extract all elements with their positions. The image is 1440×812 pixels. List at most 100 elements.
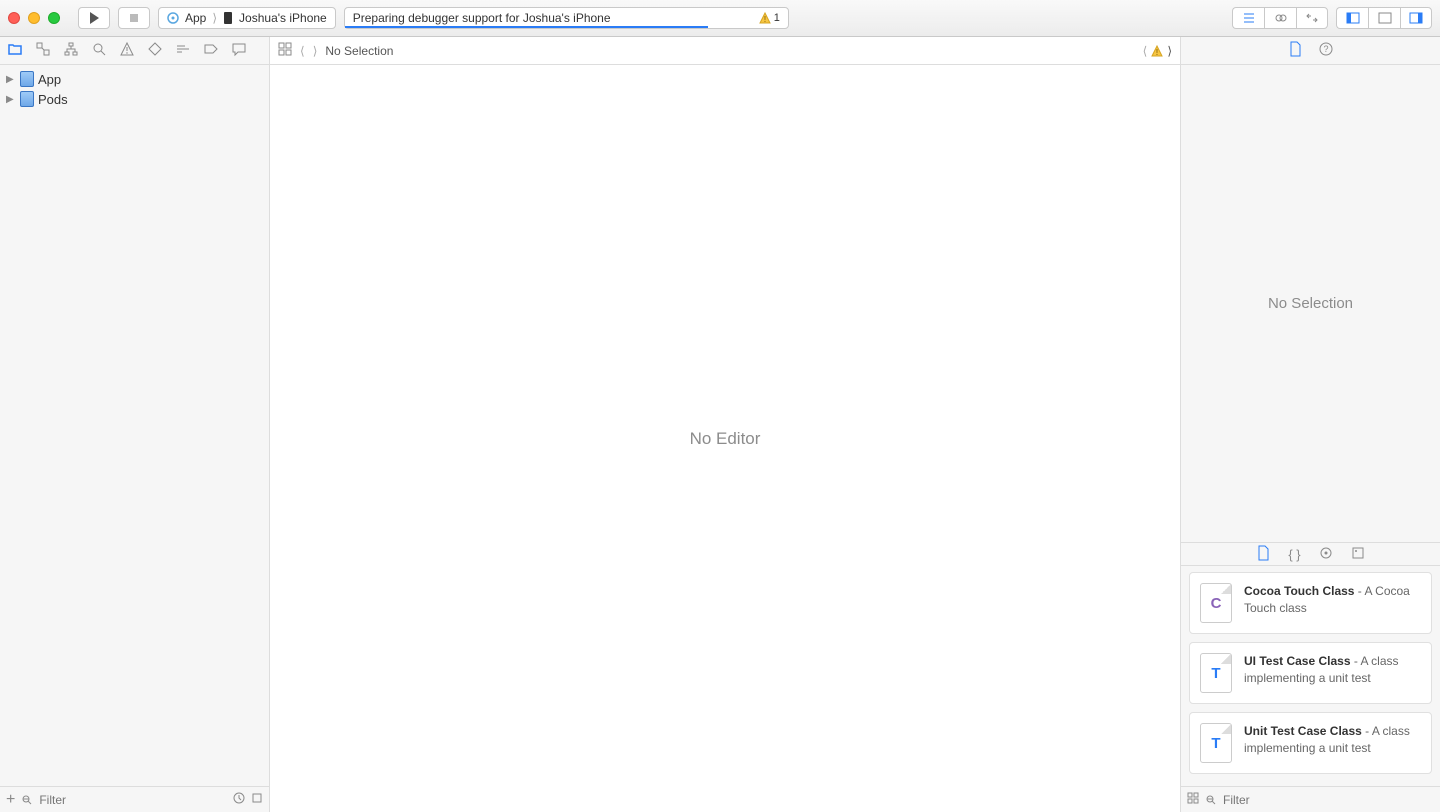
inspector-panel: ? No Selection { } C Cocoa Touch Class -… <box>1180 37 1440 812</box>
activity-progress-bar <box>345 26 708 28</box>
scm-filter-button[interactable] <box>251 792 263 807</box>
panel-toggle-group <box>1336 7 1432 29</box>
file-template-library-tab[interactable] <box>1256 545 1270 564</box>
circles-icon <box>1273 10 1289 26</box>
warning-count: 1 <box>774 12 780 24</box>
arrows-icon <box>1304 10 1320 26</box>
maximize-window-button[interactable] <box>48 12 60 24</box>
file-inspector-tab[interactable] <box>1288 41 1302 60</box>
navigator-tabs <box>0 37 269 65</box>
grid-icon <box>278 42 292 56</box>
code-snippet-library-tab[interactable]: { } <box>1288 547 1300 562</box>
library-tabs: { } <box>1181 542 1440 566</box>
activity-viewer[interactable]: Preparing debugger support for Joshua's … <box>344 7 789 29</box>
library-item[interactable]: C Cocoa Touch Class - A Cocoa Touch clas… <box>1189 572 1432 634</box>
report-navigator-tab[interactable] <box>230 41 248 60</box>
library-list[interactable]: C Cocoa Touch Class - A Cocoa Touch clas… <box>1181 566 1440 786</box>
toggle-navigator-button[interactable] <box>1336 7 1368 29</box>
warning-triangle-icon <box>119 41 135 57</box>
editor-mode-group <box>1232 7 1328 29</box>
toggle-debug-button[interactable] <box>1368 7 1400 29</box>
template-icon: T <box>1200 653 1232 693</box>
find-navigator-tab[interactable] <box>90 41 108 60</box>
history-back-button[interactable]: ⟨ <box>300 44 305 58</box>
inspector-tabs: ? <box>1181 37 1440 65</box>
test-navigator-tab[interactable] <box>146 41 164 60</box>
document-icon <box>1288 41 1302 57</box>
left-panel-icon <box>1345 10 1361 26</box>
grid-icon <box>1187 792 1199 804</box>
run-button[interactable] <box>78 7 110 29</box>
stop-button[interactable] <box>118 7 150 29</box>
library-view-toggle[interactable] <box>1187 792 1199 807</box>
add-button[interactable]: + <box>6 791 15 809</box>
svg-text:!: ! <box>1156 48 1158 57</box>
version-editor-button[interactable] <box>1296 7 1328 29</box>
diamond-icon <box>147 41 163 57</box>
library-item-title: UI Test Case Class <box>1244 654 1351 668</box>
lines-icon <box>1241 10 1257 26</box>
tree-row-app[interactable]: ▶ App <box>0 69 269 89</box>
project-navigator-tab[interactable] <box>6 41 24 60</box>
close-window-button[interactable] <box>8 12 20 24</box>
library-footer <box>1181 786 1440 812</box>
library-item-text: Cocoa Touch Class - A Cocoa Touch class <box>1244 583 1421 623</box>
library-item-title: Cocoa Touch Class <box>1244 584 1354 598</box>
project-tree[interactable]: ▶ App ▶ Pods <box>0 65 269 786</box>
speech-icon <box>231 41 247 57</box>
source-control-navigator-tab[interactable] <box>34 41 52 60</box>
jump-bar-path[interactable]: No Selection <box>325 44 393 58</box>
bottom-panel-icon <box>1377 10 1393 26</box>
jump-prev-issue-button[interactable]: ⟨ <box>1143 44 1148 58</box>
library-item-text: Unit Test Case Class - A class implement… <box>1244 723 1421 763</box>
issue-navigator-tab[interactable] <box>118 41 136 60</box>
circle-icon <box>1319 546 1333 560</box>
inspector-empty-label: No Selection <box>1268 295 1353 312</box>
tree-row-pods[interactable]: ▶ Pods <box>0 89 269 109</box>
media-library-tab[interactable] <box>1351 546 1365 563</box>
window-controls <box>8 12 60 24</box>
editor-area: ⟨ ⟩ No Selection ⟨ ! ⟩ No Editor <box>270 37 1180 812</box>
activity-warning-badge[interactable]: ! 1 <box>759 12 780 24</box>
minimize-window-button[interactable] <box>28 12 40 24</box>
toolbar: App ⟩ Joshua's iPhone Preparing debugger… <box>0 0 1440 37</box>
library-item-text: UI Test Case Class - A class implementin… <box>1244 653 1421 693</box>
disclosure-triangle[interactable]: ▶ <box>6 74 16 85</box>
disclosure-triangle[interactable]: ▶ <box>6 94 16 105</box>
image-icon <box>1351 546 1365 560</box>
editor-empty-state: No Editor <box>270 65 1180 812</box>
chevron-right-icon: ⟩ <box>212 11 217 25</box>
recent-filter-button[interactable] <box>233 792 245 807</box>
tree-label: Pods <box>38 92 68 107</box>
svg-text:!: ! <box>764 15 766 24</box>
warning-icon: ! <box>759 12 771 24</box>
editor-empty-label: No Editor <box>690 429 761 449</box>
quick-help-tab[interactable]: ? <box>1318 41 1334 60</box>
navigator-panel: ▶ App ▶ Pods + <box>0 37 270 812</box>
square-icon <box>251 792 263 804</box>
device-icon <box>223 11 233 25</box>
play-icon <box>86 10 102 26</box>
library-item-title: Unit Test Case Class <box>1244 724 1362 738</box>
navigator-filter-input[interactable] <box>39 793 227 807</box>
library-filter-input[interactable] <box>1223 793 1434 807</box>
main-content: ▶ App ▶ Pods + ⟨ ⟩ No Selection ⟨ <box>0 37 1440 812</box>
template-icon: C <box>1200 583 1232 623</box>
history-forward-button[interactable]: ⟩ <box>313 44 318 58</box>
assistant-editor-button[interactable] <box>1264 7 1296 29</box>
tree-label: App <box>38 72 61 87</box>
library-item[interactable]: T Unit Test Case Class - A class impleme… <box>1189 712 1432 774</box>
jump-next-issue-button[interactable]: ⟩ <box>1167 44 1172 58</box>
toggle-inspector-button[interactable] <box>1400 7 1432 29</box>
standard-editor-button[interactable] <box>1232 7 1264 29</box>
jump-bar: ⟨ ⟩ No Selection ⟨ ! ⟩ <box>270 37 1180 65</box>
scheme-selector[interactable]: App ⟩ Joshua's iPhone <box>158 7 336 29</box>
template-icon: T <box>1200 723 1232 763</box>
symbol-navigator-tab[interactable] <box>62 41 80 60</box>
object-library-tab[interactable] <box>1319 546 1333 563</box>
related-items-button[interactable] <box>278 42 292 59</box>
library-item[interactable]: T UI Test Case Class - A class implement… <box>1189 642 1432 704</box>
debug-navigator-tab[interactable] <box>174 41 192 60</box>
xcodeproj-icon <box>20 71 34 87</box>
breakpoint-navigator-tab[interactable] <box>202 41 220 60</box>
